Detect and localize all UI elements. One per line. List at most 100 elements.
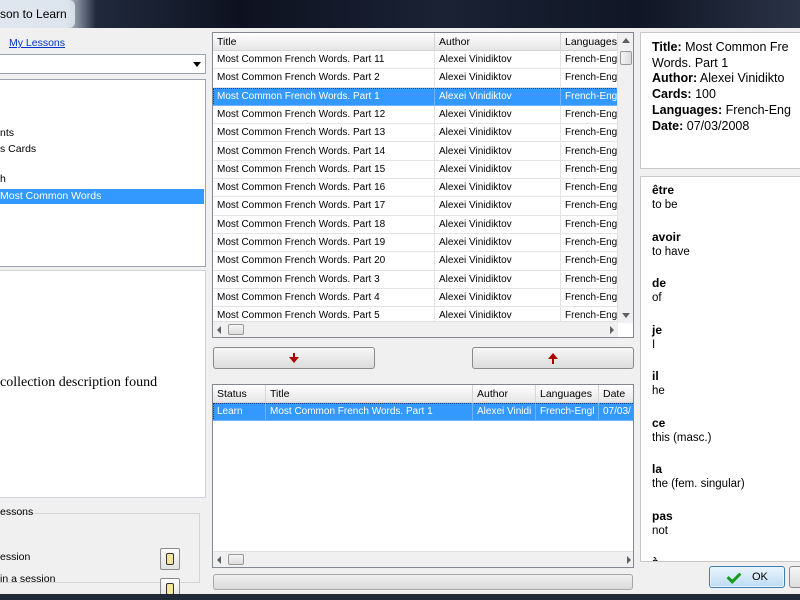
table-cell: French-Eng bbox=[561, 197, 618, 216]
table-cell: French-Eng bbox=[561, 252, 618, 271]
table-cell: Alexei Vinidiktov bbox=[435, 142, 561, 161]
column-header-title[interactable]: Title bbox=[266, 385, 473, 403]
scroll-thumb[interactable] bbox=[620, 51, 632, 65]
info-cards-label: Cards: bbox=[652, 87, 692, 101]
cancel-button[interactable] bbox=[789, 566, 800, 588]
chevron-down-icon[interactable] bbox=[193, 62, 201, 67]
tree-item[interactable]: s Cards bbox=[0, 142, 204, 157]
word-term: pas bbox=[652, 508, 673, 523]
word-term: je bbox=[652, 322, 663, 337]
scroll-left-icon[interactable] bbox=[217, 556, 221, 564]
table-row[interactable]: Most Common French Words. Part 4 Alexei V… bbox=[213, 288, 618, 308]
word-term: avoir bbox=[652, 229, 681, 244]
option-1-button[interactable] bbox=[160, 548, 180, 570]
table-cell: French-Eng bbox=[561, 234, 618, 253]
table-row[interactable]: Most Common French Words. Part 3 Alexei V… bbox=[213, 270, 618, 289]
scroll-right-icon[interactable] bbox=[627, 556, 631, 564]
table-row-selected[interactable]: Most Common French Words. Part 1 Alexei V… bbox=[213, 87, 618, 106]
table-cell: Learn bbox=[213, 403, 266, 422]
scroll-up-icon[interactable] bbox=[622, 38, 630, 43]
table-cell: Most Common French Words. Part 15 bbox=[213, 160, 435, 180]
progress-bar bbox=[213, 574, 633, 590]
table-cell: 07/03/ bbox=[599, 403, 633, 422]
table-cell: French-Eng bbox=[561, 215, 618, 234]
table-row[interactable]: Most Common French Words. Part 18 Alexei … bbox=[213, 215, 618, 234]
my-lessons-link[interactable]: My Lessons bbox=[9, 37, 65, 49]
table-cell: Alexei Vinidiktov bbox=[435, 270, 561, 289]
column-header-languages[interactable]: Languages bbox=[561, 33, 618, 51]
scroll-left-icon[interactable] bbox=[217, 326, 221, 334]
scroll-down-icon[interactable] bbox=[622, 313, 630, 318]
column-header-status[interactable]: Status bbox=[213, 385, 266, 403]
table-cell: French-Eng bbox=[561, 51, 618, 70]
tree-item[interactable]: h bbox=[0, 172, 204, 187]
table-cell: Alexei Vinidiktov bbox=[435, 252, 561, 271]
table-row[interactable]: Most Common French Words. Part 16 Alexei … bbox=[213, 179, 618, 198]
table-cell: French-Eng bbox=[561, 179, 618, 198]
table-cell: Most Common French Words. Part 18 bbox=[213, 215, 435, 234]
word-translation: to be bbox=[652, 199, 678, 211]
table-row[interactable]: Most Common French Words. Part 20 Alexei … bbox=[213, 252, 618, 271]
tree-item[interactable]: nts bbox=[0, 126, 204, 141]
horizontal-scrollbar[interactable] bbox=[213, 321, 618, 337]
info-date-value: 07/03/2008 bbox=[686, 119, 750, 133]
table-row[interactable]: Most Common French Words. Part 15 Alexei … bbox=[213, 160, 618, 180]
collection-combo[interactable] bbox=[0, 54, 206, 74]
table-row[interactable]: Most Common French Words. Part 11 Alexei … bbox=[213, 51, 618, 70]
table-cell: French-Eng bbox=[561, 124, 618, 143]
option-label-2: in a session bbox=[0, 573, 56, 585]
table-row[interactable]: Most Common French Words. Part 19 Alexei … bbox=[213, 234, 618, 253]
horizontal-scrollbar[interactable] bbox=[213, 551, 633, 567]
move-up-button[interactable] bbox=[472, 347, 634, 369]
selected-lessons-grid[interactable]: Status Title Author Languages Date Learn… bbox=[212, 384, 634, 568]
available-lessons-grid[interactable]: Title Author Languages Most Common Frenc… bbox=[212, 32, 634, 338]
info-author-label: Author: bbox=[652, 71, 698, 85]
table-cell: French-Eng bbox=[561, 270, 618, 289]
table-cell: Most Common French Words. Part 4 bbox=[213, 288, 435, 308]
table-cell: Alexei Vinidiktov bbox=[435, 197, 561, 216]
table-cell: Alexei Vinidiktov bbox=[435, 105, 561, 125]
info-title-line: Title: Most Common Fre bbox=[652, 40, 789, 54]
left-panel: My Lessons nts s Cards h Most Common Wor… bbox=[0, 28, 208, 600]
collection-tree[interactable]: nts s Cards h Most Common Words bbox=[0, 79, 206, 267]
table-cell: Most Common French Words. Part 20 bbox=[213, 252, 435, 271]
word-translation: I bbox=[652, 338, 656, 351]
info-author-value: Alexei Vinidikto bbox=[699, 71, 785, 85]
grid-header: Status Title Author Languages Date bbox=[213, 385, 633, 403]
word-term: à bbox=[652, 555, 659, 562]
table-row[interactable]: Most Common French Words. Part 2 Alexei V… bbox=[213, 69, 618, 88]
table-cell: Alexei Vinidiktov bbox=[435, 179, 561, 198]
column-header-languages[interactable]: Languages bbox=[536, 385, 599, 403]
column-header-author[interactable]: Author bbox=[435, 33, 561, 51]
table-row-selected[interactable]: Learn Most Common French Words. Part 1 Ale… bbox=[213, 403, 633, 422]
table-cell: Alexei Vinidiktov bbox=[435, 234, 561, 253]
ok-button[interactable]: OK bbox=[709, 566, 785, 588]
scroll-thumb[interactable] bbox=[228, 324, 244, 335]
scroll-thumb[interactable] bbox=[228, 554, 244, 565]
column-header-author[interactable]: Author bbox=[473, 385, 536, 403]
word-term: être bbox=[652, 183, 675, 197]
table-cell: Alexei Vinidiktov bbox=[435, 51, 561, 70]
scroll-right-icon[interactable] bbox=[610, 326, 614, 334]
desktop-strip bbox=[0, 594, 800, 600]
table-row[interactable]: Most Common French Words. Part 12 Alexei … bbox=[213, 105, 618, 125]
group-label: essons bbox=[0, 506, 34, 518]
grid-header: Title Author Languages bbox=[213, 33, 618, 51]
table-row[interactable]: Most Common French Words. Part 14 Alexei … bbox=[213, 142, 618, 161]
info-languages-value: French-Eng bbox=[725, 103, 791, 117]
table-row[interactable]: Most Common French Words. Part 17 Alexei … bbox=[213, 197, 618, 216]
tree-item-selected[interactable]: Most Common Words bbox=[0, 189, 204, 204]
table-cell: Most Common French Words. Part 1 bbox=[213, 87, 435, 106]
word-preview-panel[interactable]: être to be avoir to have de of je Iil he ce this (… bbox=[640, 176, 800, 562]
column-header-date[interactable]: Date bbox=[599, 385, 633, 403]
title-bar: son to Learn bbox=[0, 0, 800, 28]
move-down-button[interactable] bbox=[213, 347, 375, 369]
table-cell: Most Common French Words. Part 17 bbox=[213, 197, 435, 216]
table-row[interactable]: Most Common French Words. Part 13 Alexei … bbox=[213, 124, 618, 143]
vertical-scrollbar[interactable] bbox=[617, 33, 633, 323]
table-cell: Most Common French Words. Part 1 bbox=[266, 403, 473, 422]
info-cards-line: Cards: 100 bbox=[652, 87, 716, 101]
window-title: son to Learn bbox=[0, 0, 75, 28]
arrow-up-icon bbox=[552, 359, 554, 364]
column-header-title[interactable]: Title bbox=[213, 33, 435, 51]
